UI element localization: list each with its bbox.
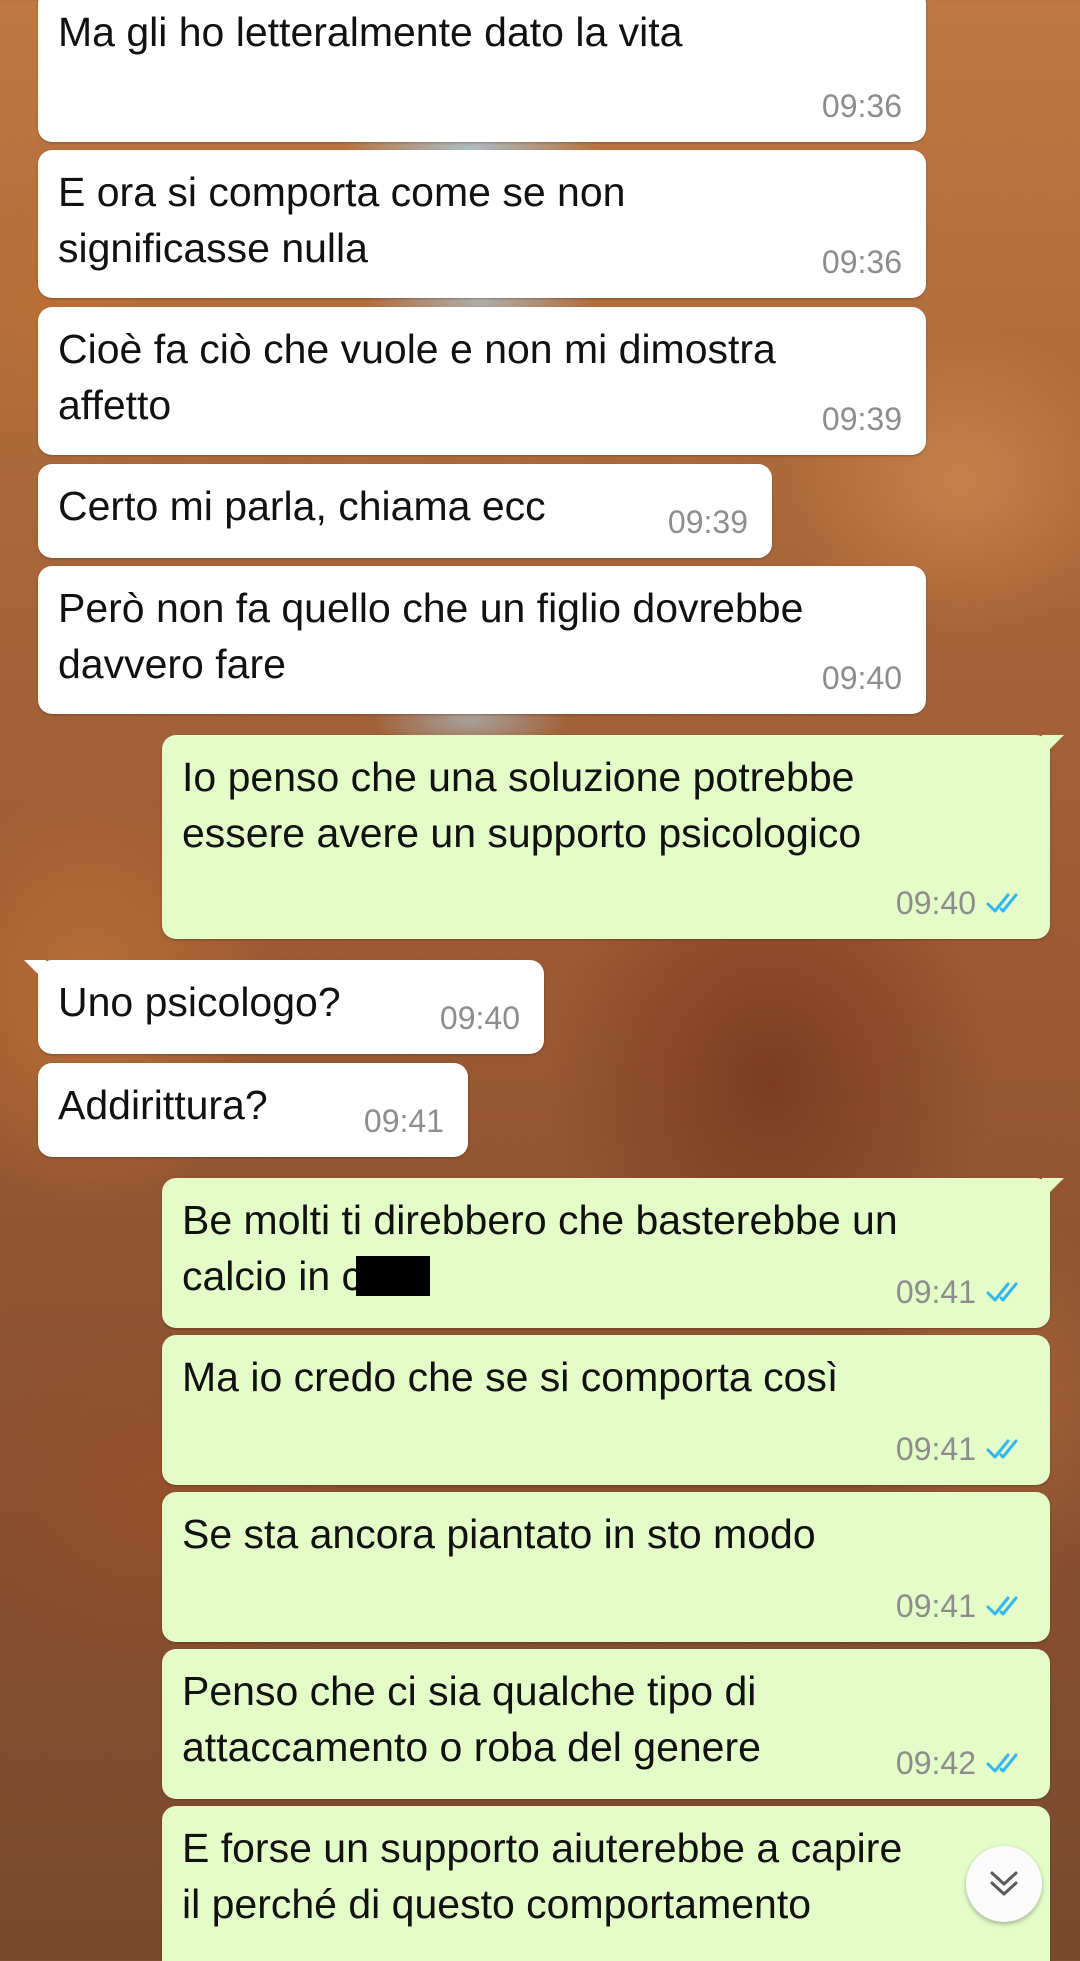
message-time: 09:42 bbox=[895, 1745, 976, 1781]
message-time: 09:41 bbox=[895, 1431, 976, 1467]
message-text: E ora si comporta come se non significas… bbox=[58, 169, 626, 271]
message-time: 09:41 bbox=[895, 1274, 976, 1310]
message-text: Be molti ti direbbero che basterebbe un … bbox=[182, 1197, 898, 1299]
message-bubble-outgoing[interactable]: Io penso che una soluzione potrebbe esse… bbox=[162, 735, 1064, 939]
double-check-icon bbox=[986, 1596, 1018, 1616]
message-time: 09:36 bbox=[821, 88, 902, 124]
bubble-tail bbox=[24, 960, 46, 982]
message-bubble-outgoing[interactable]: Penso che ci sia qualche tipo di attacca… bbox=[162, 1649, 1050, 1799]
message-bubble-incoming[interactable]: Però non fa quello che un figlio dovrebb… bbox=[38, 566, 926, 714]
bubble-tail bbox=[1042, 735, 1064, 757]
message-text: E forse un supporto aiuterebbe a capire … bbox=[182, 1825, 903, 1927]
message-text: Ma gli ho letteralmente dato la vita bbox=[58, 9, 683, 55]
message-time: 09:39 bbox=[821, 401, 902, 437]
message-time: 09:36 bbox=[821, 244, 902, 280]
message-time: 09:39 bbox=[667, 504, 748, 540]
message-bubble-incoming[interactable]: Ma gli ho letteralmente dato la vita 09:… bbox=[38, 0, 926, 142]
message-time: 09:40 bbox=[439, 1000, 520, 1036]
message-bubble-incoming[interactable]: Addirittura? 09:41 bbox=[38, 1063, 468, 1157]
message-time: 09:40 bbox=[895, 885, 976, 921]
message-text: Cioè fa ciò che vuole e non mi dimostra … bbox=[58, 326, 776, 428]
message-time: 09:41 bbox=[363, 1103, 444, 1139]
redaction-box bbox=[356, 1256, 431, 1296]
message-text: Però non fa quello che un figlio dovrebb… bbox=[58, 585, 804, 687]
message-time: 09:40 bbox=[821, 660, 902, 696]
message-bubble-outgoing[interactable]: Ma io credo che se si comporta così 09:4… bbox=[162, 1335, 1050, 1485]
message-bubble-incoming[interactable]: E ora si comporta come se non significas… bbox=[38, 150, 926, 298]
message-text: Ma io credo che se si comporta così bbox=[182, 1354, 839, 1400]
message-bubble-incoming[interactable]: Uno psicologo? 09:40 bbox=[24, 960, 544, 1054]
message-text: Io penso che una soluzione potrebbe esse… bbox=[182, 754, 862, 856]
double-check-icon bbox=[986, 1439, 1018, 1459]
chat-view: Ma gli ho letteralmente dato la vita 09:… bbox=[0, 0, 1080, 1961]
message-bubble-incoming[interactable]: Cioè fa ciò che vuole e non mi dimostra … bbox=[38, 307, 926, 455]
message-text: Certo mi parla, chiama ecc bbox=[58, 483, 546, 529]
double-check-icon bbox=[986, 893, 1018, 913]
chevron-double-down-icon bbox=[990, 1871, 1018, 1896]
double-check-icon bbox=[986, 1282, 1018, 1302]
double-check-icon bbox=[986, 1753, 1018, 1773]
message-bubble-incoming[interactable]: Certo mi parla, chiama ecc 09:39 bbox=[38, 464, 772, 558]
message-bubble-outgoing[interactable]: E forse un supporto aiuterebbe a capire … bbox=[162, 1806, 1050, 1961]
bubble-tail bbox=[1042, 1178, 1064, 1200]
message-bubble-outgoing[interactable]: Be molti ti direbbero che basterebbe un … bbox=[162, 1178, 1064, 1328]
scroll-to-bottom-button[interactable] bbox=[966, 1846, 1042, 1922]
message-time: 09:41 bbox=[895, 1588, 976, 1624]
message-bubble-outgoing[interactable]: Se sta ancora piantato in sto modo 09:41 bbox=[162, 1492, 1050, 1642]
message-text: Se sta ancora piantato in sto modo bbox=[182, 1511, 816, 1557]
